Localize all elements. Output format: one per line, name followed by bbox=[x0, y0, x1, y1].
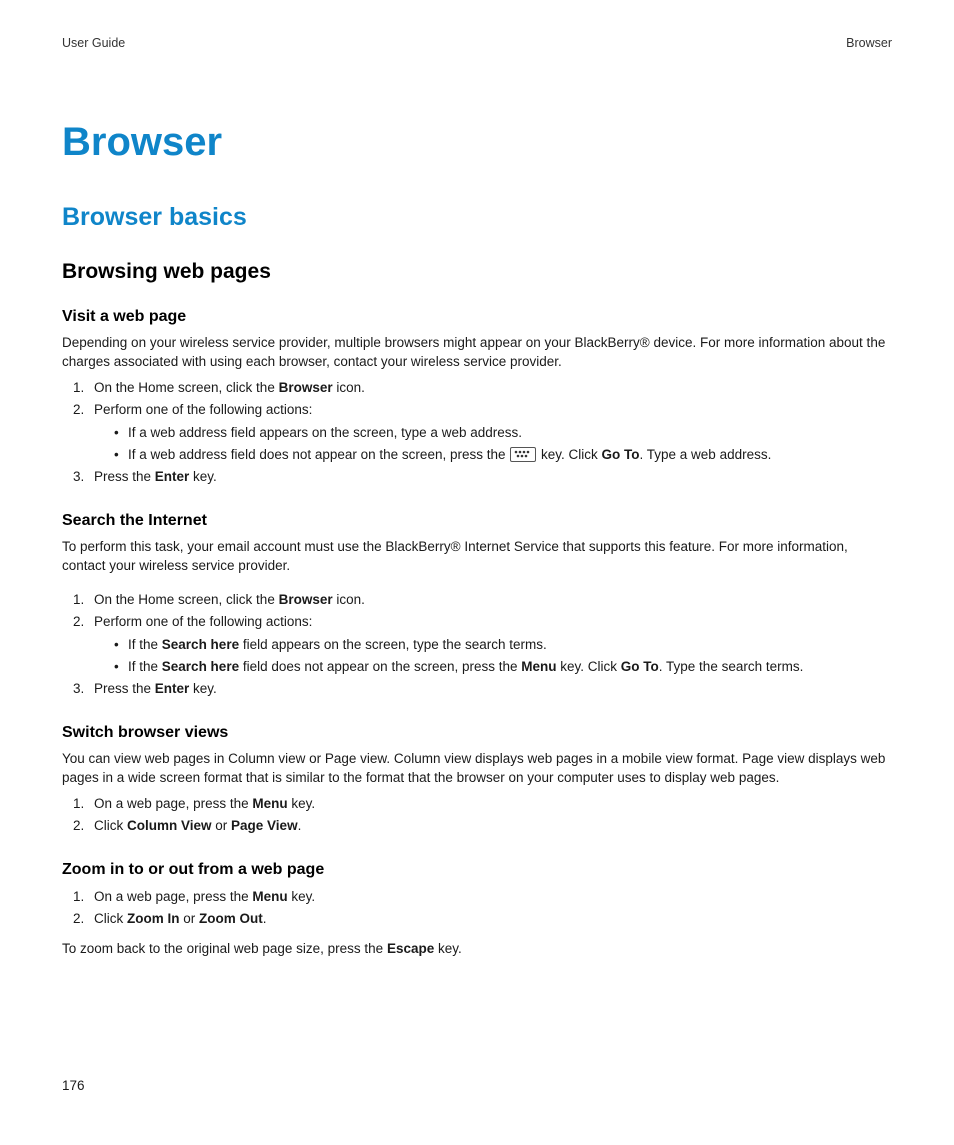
step-item: Perform one of the following actions: If… bbox=[88, 612, 892, 677]
sub-item: If a web address field does not appear o… bbox=[114, 445, 892, 465]
sub-item: If the Search here field appears on the … bbox=[114, 635, 892, 655]
steps-list: On the Home screen, click the Browser ic… bbox=[62, 590, 892, 700]
topic-heading: Search the Internet bbox=[62, 512, 892, 530]
steps-list: On a web page, press the Menu key. Click… bbox=[62, 794, 892, 837]
step-item: On a web page, press the Menu key. bbox=[88, 794, 892, 815]
step-item: On the Home screen, click the Browser ic… bbox=[88, 590, 892, 611]
page-title: Browser bbox=[62, 120, 892, 165]
topic-zoom: Zoom in to or out from a web page On a w… bbox=[62, 861, 892, 959]
topic-heading: Switch browser views bbox=[62, 724, 892, 742]
topic-heading: Zoom in to or out from a web page bbox=[62, 861, 892, 879]
subsection-heading: Browsing web pages bbox=[62, 260, 892, 284]
topic-intro: Depending on your wireless service provi… bbox=[62, 334, 892, 372]
topic-intro: To perform this task, your email account… bbox=[62, 538, 892, 576]
header-left: User Guide bbox=[62, 36, 125, 50]
sub-list: If the Search here field appears on the … bbox=[94, 635, 892, 678]
topic-switch: Switch browser views You can view web pa… bbox=[62, 724, 892, 837]
step-item: Click Column View or Page View. bbox=[88, 816, 892, 837]
topic-visit: Visit a web page Depending on your wirel… bbox=[62, 308, 892, 488]
sub-list: If a web address field appears on the sc… bbox=[94, 423, 892, 466]
topic-outro: To zoom back to the original web page si… bbox=[62, 940, 892, 959]
sub-item: If a web address field appears on the sc… bbox=[114, 423, 892, 443]
topic-heading: Visit a web page bbox=[62, 308, 892, 326]
steps-list: On the Home screen, click the Browser ic… bbox=[62, 378, 892, 488]
step-item: Press the Enter key. bbox=[88, 679, 892, 700]
page-header: User Guide Browser bbox=[62, 36, 892, 50]
step-item: Press the Enter key. bbox=[88, 467, 892, 488]
sub-item: If the Search here field does not appear… bbox=[114, 657, 892, 677]
topic-search: Search the Internet To perform this task… bbox=[62, 512, 892, 700]
steps-list: On a web page, press the Menu key. Click… bbox=[62, 887, 892, 930]
step-item: On a web page, press the Menu key. bbox=[88, 887, 892, 908]
topic-intro: You can view web pages in Column view or… bbox=[62, 750, 892, 788]
step-item: On the Home screen, click the Browser ic… bbox=[88, 378, 892, 399]
header-right: Browser bbox=[846, 36, 892, 50]
step-item: Perform one of the following actions: If… bbox=[88, 400, 892, 465]
page-number: 176 bbox=[62, 1078, 85, 1093]
document-page: User Guide Browser Browser Browser basic… bbox=[0, 0, 954, 1145]
step-item: Click Zoom In or Zoom Out. bbox=[88, 909, 892, 930]
section-heading: Browser basics bbox=[62, 203, 892, 232]
menu-key-icon bbox=[510, 447, 536, 462]
